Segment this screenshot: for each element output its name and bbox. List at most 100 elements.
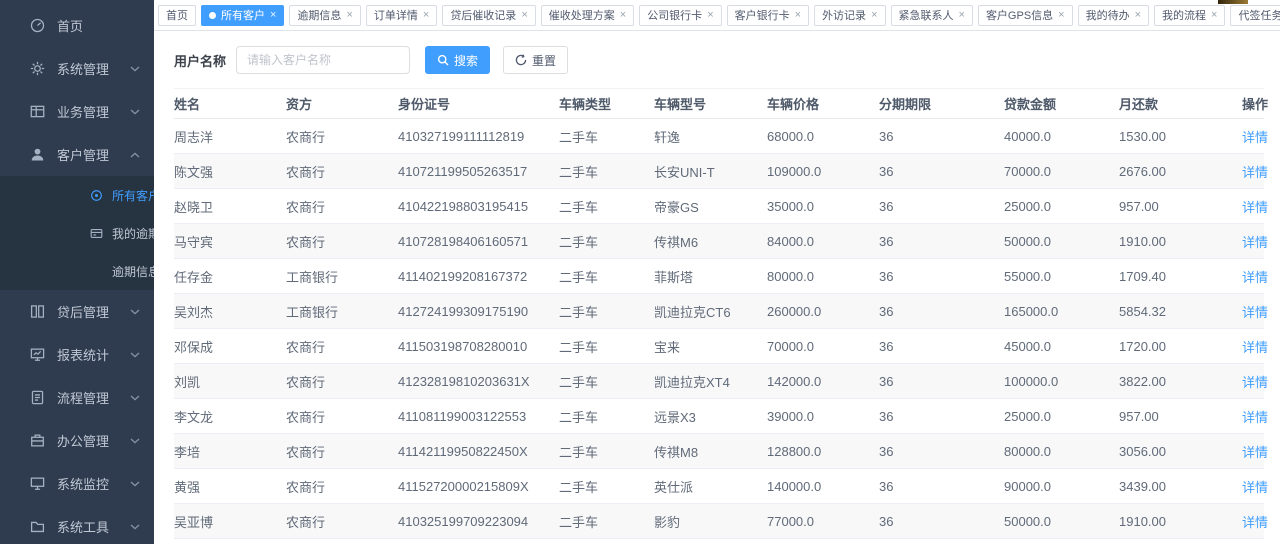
tab-my-process[interactable]: 我的流程× — [1154, 5, 1225, 26]
card-icon — [90, 227, 103, 240]
main-area: 首页所有客户×逾期信息×订单详情×贷后催收记录×催收处理方案×公司银行卡×客户银… — [154, 0, 1280, 544]
tab-overdue-info[interactable]: 逾期信息 × — [289, 5, 360, 26]
detail-link[interactable]: 详情 — [1242, 410, 1268, 425]
cell-capital: 农商行 — [286, 504, 398, 539]
close-icon[interactable]: × — [270, 10, 276, 21]
close-icon[interactable]: × — [423, 10, 429, 21]
tab-collection-plan[interactable]: 催收处理方案× — [541, 5, 634, 26]
detail-link[interactable]: 详情 — [1242, 270, 1268, 285]
sidebar-item-my-overdue[interactable]: 我的逾期 — [0, 214, 154, 252]
close-icon[interactable]: × — [871, 10, 877, 21]
close-icon[interactable]: × — [959, 10, 965, 21]
detail-link[interactable]: 详情 — [1242, 200, 1268, 215]
column-header: 车辆型号 — [654, 89, 767, 119]
cell-vehicle-type: 二手车 — [559, 434, 654, 469]
cell-vehicle-model: 英仕派 — [654, 469, 767, 504]
sidebar-item-report-statistics[interactable]: 报表统计 — [0, 333, 154, 376]
close-icon[interactable]: × — [1135, 10, 1141, 21]
cell-term: 36 — [879, 329, 1004, 364]
cell-monthly-payment: 1530.00 — [1119, 119, 1242, 154]
tab-label: 紧急联系人 — [899, 7, 954, 23]
tab-customer-gps-info[interactable]: 客户GPS信息× — [978, 5, 1073, 26]
sidebar-item-all-customers[interactable]: 所有客户 — [0, 176, 154, 214]
close-icon[interactable]: × — [620, 10, 626, 21]
sidebar-item-customer-management[interactable]: 客户管理 — [0, 133, 154, 176]
cell-id-number: 411503198708280010 — [398, 329, 559, 364]
tab-proxy-sign-tasks[interactable]: 代签任务× — [1230, 5, 1280, 26]
tab-customer-bank-card[interactable]: 客户银行卡 × — [727, 5, 809, 26]
cell-capital: 农商行 — [286, 224, 398, 259]
cell-monthly-payment: 1910.00 — [1119, 224, 1242, 259]
chevron-down-icon — [130, 309, 140, 315]
search-button[interactable]: 搜索 — [425, 46, 490, 74]
sidebar-item-home[interactable]: 首页 — [0, 4, 154, 47]
cell-monthly-payment: 1709.40 — [1119, 259, 1242, 294]
cell-vehicle-type: 二手车 — [559, 294, 654, 329]
close-icon[interactable]: × — [346, 10, 352, 21]
tab-order-details[interactable]: 订单详情× — [366, 5, 437, 26]
tab-emergency-contacts[interactable]: 紧急联系人 × — [891, 5, 973, 26]
close-icon[interactable]: × — [1211, 10, 1217, 21]
sidebar-item-system-tools[interactable]: 系统工具 — [0, 505, 154, 544]
cell-action: 详情 — [1242, 539, 1264, 544]
cell-term: 36 — [879, 504, 1004, 539]
tab-all-customers[interactable]: 所有客户 × — [201, 5, 284, 26]
detail-link[interactable]: 详情 — [1242, 515, 1268, 530]
table-row: 陈文强农商行410721199505263517二手车长安UNI-T109000… — [174, 154, 1264, 189]
detail-link[interactable]: 详情 — [1242, 340, 1268, 355]
cell-id-number: 410325199709223094 — [398, 504, 559, 539]
cell-loan-amount: 50000.0 — [1004, 504, 1119, 539]
detail-link[interactable]: 详情 — [1242, 235, 1268, 250]
tab-field-visit-records[interactable]: 外访记录× — [814, 5, 885, 26]
detail-link[interactable]: 详情 — [1242, 445, 1268, 460]
sidebar-item-post-loan-management[interactable]: 贷后管理 — [0, 290, 154, 333]
close-icon[interactable]: × — [521, 10, 527, 21]
sidebar-item-office-management[interactable]: 办公管理 — [0, 419, 154, 462]
cell-vehicle-model: 远景X3 — [654, 399, 767, 434]
cell-vehicle-model: 凯迪拉克XT4 — [654, 364, 767, 399]
cell-vehicle-type: 二手车 — [559, 539, 654, 544]
tab-label: 逾期信息 — [297, 7, 341, 23]
sidebar-item-process-management[interactable]: 流程管理 — [0, 376, 154, 419]
search-input[interactable] — [236, 46, 410, 74]
tab-label: 我的待办 — [1086, 7, 1130, 23]
tab-home[interactable]: 首页 — [158, 5, 196, 26]
cell-monthly-payment: 3822.00 — [1119, 364, 1242, 399]
detail-link[interactable]: 详情 — [1242, 130, 1268, 145]
cell-id-number: 41232819810203631X — [398, 364, 559, 399]
sidebar-item-overdue-info[interactable]: 逾期信息 — [0, 252, 154, 290]
tab-label: 客户银行卡 — [735, 7, 790, 23]
detail-link[interactable]: 详情 — [1242, 305, 1268, 320]
column-header: 资方 — [286, 89, 398, 119]
column-header: 车辆类型 — [559, 89, 654, 119]
cell-term: 36 — [879, 189, 1004, 224]
cell-vehicle-price: 70000.0 — [767, 329, 879, 364]
cell-term: 36 — [879, 294, 1004, 329]
tab-label: 所有客户 — [221, 7, 265, 23]
cell-vehicle-model: 哈弗H6 — [654, 539, 767, 544]
column-header: 操作 — [1242, 89, 1264, 119]
sidebar-item-system-monitor[interactable]: 系统监控 — [0, 462, 154, 505]
office-icon — [30, 433, 45, 448]
tab-my-todo[interactable]: 我的待办 × — [1078, 5, 1149, 26]
close-icon[interactable]: × — [1058, 10, 1064, 21]
detail-link[interactable]: 详情 — [1242, 165, 1268, 180]
cell-vehicle-model: 菲斯塔 — [654, 259, 767, 294]
cell-vehicle-type: 二手车 — [559, 469, 654, 504]
sidebar-item-label: 业务管理 — [57, 102, 130, 121]
close-icon[interactable]: × — [795, 10, 801, 21]
detail-link[interactable]: 详情 — [1242, 480, 1268, 495]
tab-post-loan-collection-records[interactable]: 贷后催收记录× — [442, 5, 535, 26]
detail-link[interactable]: 详情 — [1242, 375, 1268, 390]
table-header-row: 姓名资方身份证号车辆类型车辆型号车辆价格分期期限贷款金额月还款操作 — [174, 89, 1264, 119]
column-header: 贷款金额 — [1004, 89, 1119, 119]
tab-company-bank-card[interactable]: 公司银行卡× — [639, 5, 721, 26]
close-icon[interactable]: × — [707, 10, 713, 21]
table-row: 赵晓卫农商行410422198803195415二手车帝豪GS35000.036… — [174, 189, 1264, 224]
reset-button[interactable]: 重置 — [503, 46, 568, 74]
sidebar-item-business-management[interactable]: 业务管理 — [0, 90, 154, 133]
table-body: 周志洋农商行410327199111112819二手车轩逸68000.03640… — [174, 119, 1264, 544]
cell-action: 详情 — [1242, 154, 1264, 189]
sidebar-item-system-management[interactable]: 系统管理 — [0, 47, 154, 90]
cell-action: 详情 — [1242, 434, 1264, 469]
